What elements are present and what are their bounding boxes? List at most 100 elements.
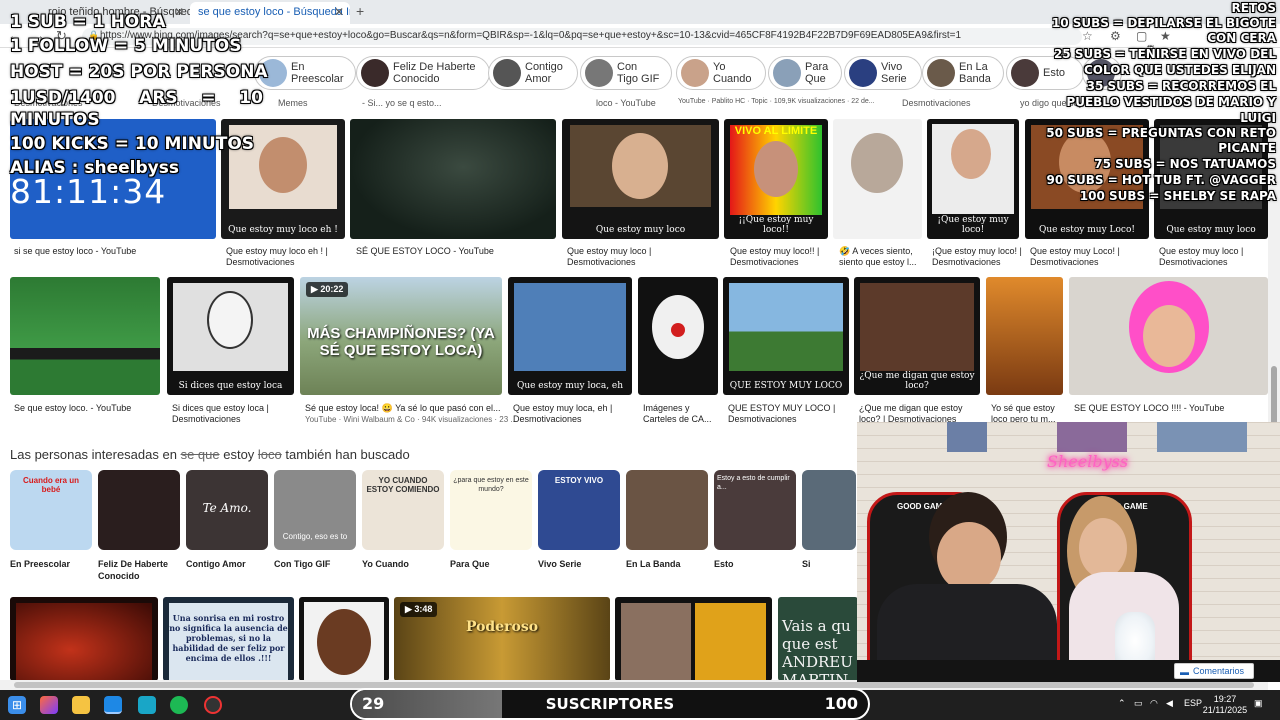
result-title[interactable]: Que estoy muy loco | Desmotivaciones xyxy=(1159,246,1263,268)
image-result[interactable]: Vais a qu que est ANDREU MARTIN xyxy=(778,597,858,681)
image-result[interactable]: VIVO AL LIMITE ¡¡Que estoy muy loco!! xyxy=(724,119,828,239)
chip-thumbnail xyxy=(681,59,709,87)
result-title[interactable]: SÉ QUE ESTOY LOCO - YouTube xyxy=(356,246,556,257)
chip-yo-cuando[interactable]: Yo Cuando xyxy=(676,56,766,90)
related-search-vivo-serie[interactable]: ESTOY VIVO Vivo Serie xyxy=(538,470,620,570)
system-clock[interactable]: 19:27 21/11/2025 xyxy=(1200,694,1250,716)
result-title[interactable]: Que estoy muy loca, eh | Desmotivaciones xyxy=(513,403,633,425)
result-title[interactable]: ¡Que estoy muy loco! | Desmotivaciones xyxy=(932,246,1024,268)
related-search-feliz[interactable]: Feliz De Haberte Conocido xyxy=(98,470,180,582)
image-result[interactable] xyxy=(299,597,389,681)
image-caption: Que estoy muy loco eh ! xyxy=(228,225,338,235)
image-result[interactable]: ▶ 20:22 MÁS CHAMPIÑONES? (YA SÉ QUE ESTO… xyxy=(300,277,502,395)
related-thumbnail: YO CUANDO ESTOY COMIENDO xyxy=(362,470,444,550)
related-search-en-preescolar[interactable]: Cuando era un bebé En Preescolar xyxy=(10,470,92,570)
related-search-en-la-banda[interactable]: En La Banda xyxy=(626,470,708,570)
related-heading: Las personas interesadas en se que estoy… xyxy=(10,447,410,462)
favorites-icon[interactable]: ★ xyxy=(1160,29,1171,43)
related-search-yo-cuando[interactable]: YO CUANDO ESTOY COMIENDO Yo Cuando xyxy=(362,470,444,570)
obs-icon[interactable] xyxy=(204,696,222,714)
related-thumbnail: ¿para que estoy en este mundo? xyxy=(450,470,532,550)
result-title[interactable]: SE QUE ESTOY LOCO !!!! - YouTube xyxy=(1074,403,1264,414)
stream-timer: 81:11:34 xyxy=(10,172,167,211)
chevron-up-icon[interactable]: ⌃ xyxy=(1118,698,1126,709)
windows-start-icon[interactable]: ⊞ xyxy=(8,696,26,714)
scroll-thumb[interactable] xyxy=(1271,366,1277,426)
image-result[interactable] xyxy=(833,119,922,239)
image-result[interactable]: Que estoy muy loca, eh xyxy=(508,277,632,395)
edge-dev-icon[interactable] xyxy=(138,696,156,714)
image-result[interactable] xyxy=(10,597,158,681)
related-thumbnail: Contigo, eso es to xyxy=(274,470,356,550)
result-title[interactable]: Si dices que estoy loca | Desmotivacione… xyxy=(172,403,296,425)
result-title[interactable]: QUE ESTOY MUY LOCO | Desmotivaciones xyxy=(728,403,850,425)
chip-vivo-serie[interactable]: Vivo Serie xyxy=(844,56,922,90)
image-result[interactable]: Una sonrisa en mi rostro no significa la… xyxy=(163,597,294,681)
comments-button[interactable]: ▬ Comentarios xyxy=(1174,663,1254,679)
result-title[interactable]: 🤣 A veces siento, siento que estoy l... xyxy=(839,246,925,268)
edge-icon[interactable] xyxy=(104,696,122,714)
related-search-si[interactable]: Si xyxy=(802,470,856,570)
image-result[interactable]: Si dices que estoy loca xyxy=(167,277,294,395)
network-icon[interactable]: ▭ xyxy=(1134,698,1143,709)
close-icon[interactable]: ✕ xyxy=(334,5,344,19)
related-search-contigo-amor[interactable]: Te Amo. Contigo Amor xyxy=(186,470,268,570)
related-search-para-que[interactable]: ¿para que estoy en este mundo? Para Que xyxy=(450,470,532,570)
chip-contigo-amor[interactable]: Contigo Amor xyxy=(488,56,578,90)
new-tab-icon[interactable]: + xyxy=(356,3,364,19)
related-label: Si xyxy=(802,559,811,569)
related-search-esto[interactable]: Estoy a esto de cumplir a... Esto xyxy=(714,470,796,570)
related-search-con-tigo-gif[interactable]: Contigo, eso es to Con Tigo GIF xyxy=(274,470,356,570)
comment-icon: ▬ xyxy=(1180,667,1189,677)
subscriber-label: SUSCRIPTORES xyxy=(545,695,675,713)
image-result[interactable]: ▶ 3:48 Poderoso xyxy=(394,597,610,681)
star-icon[interactable]: ☆ xyxy=(1082,29,1093,43)
chip-en-la-banda[interactable]: En La Banda xyxy=(922,56,1004,90)
image-caption: Vais a qu que est ANDREU MARTIN xyxy=(782,617,853,681)
image-result[interactable] xyxy=(10,277,160,395)
result-title[interactable]: Se que estoy loco. - YouTube xyxy=(14,403,162,414)
chip-para-que[interactable]: Para Que xyxy=(768,56,842,90)
image-result[interactable]: QUE ESTOY MUY LOCO xyxy=(723,277,849,395)
chip-en-preescolar[interactable]: En Preescolar xyxy=(254,56,356,90)
close-icon[interactable]: ✕ xyxy=(174,5,184,19)
image-caption: Que estoy muy loco xyxy=(1166,225,1256,235)
extensions-icon[interactable]: ⚙ xyxy=(1110,29,1121,43)
notification-icon[interactable]: ▣ xyxy=(1254,698,1263,709)
overlay-reto: 50 SUBS = PREGUNTAS CON RETO xyxy=(1046,126,1276,140)
image-result[interactable]: ¿Que me digan que estoy loco? xyxy=(854,277,980,395)
tab-label: se que estoy loco - Búsqueda Im... xyxy=(198,6,350,18)
overlay-reto: 75 SUBS = NOS TATUAMOS xyxy=(1094,157,1276,171)
image-result[interactable] xyxy=(986,277,1063,395)
result-title[interactable]: Que estoy muy Loco! | Desmotivaciones xyxy=(1030,246,1150,268)
overlay-reto: COLOR QUE USTEDES ELIJAN xyxy=(1083,63,1276,77)
file-explorer-icon[interactable] xyxy=(72,696,90,714)
result-title[interactable]: Que estoy muy loco eh ! | Desmotivacione… xyxy=(226,246,346,268)
chip-thumbnail xyxy=(849,59,877,87)
image-result[interactable] xyxy=(1069,277,1268,395)
result-title[interactable]: Que estoy muy loco | Desmotivaciones xyxy=(567,246,717,268)
wall-poster xyxy=(1057,422,1127,452)
result-title[interactable]: Imágenes y Carteles de CA... xyxy=(643,403,719,425)
result-title[interactable]: Sé que estoy loca! 😀 Ya sé lo que pasó c… xyxy=(305,403,505,414)
tab-se-que-estoy-loco[interactable]: se que estoy loco - Búsqueda Im... ✕ xyxy=(190,2,350,24)
split-icon[interactable]: ▢ xyxy=(1136,29,1147,43)
image-result[interactable] xyxy=(638,277,718,395)
result-title[interactable]: Que estoy muy loco!! | Desmotivaciones xyxy=(730,246,830,268)
chip-label: Con Tigo GIF xyxy=(617,61,660,85)
chip-label: Yo Cuando xyxy=(713,61,752,85)
spotify-icon[interactable] xyxy=(170,696,188,714)
volume-icon[interactable]: ◀ xyxy=(1166,698,1173,709)
chip-feliz-de-haberte[interactable]: Feliz De Haberte Conocido xyxy=(356,56,490,90)
image-result[interactable]: ¡Que estoy muy loco! xyxy=(927,119,1019,239)
chip-label: Esto xyxy=(1043,67,1066,79)
wifi-icon[interactable]: ◠ xyxy=(1150,698,1158,709)
overlay-reto: PICANTE xyxy=(1218,141,1276,155)
image-result[interactable]: Que estoy muy loco xyxy=(562,119,719,239)
image-caption: Una sonrisa en mi rostro no significa la… xyxy=(169,613,288,663)
chip-con-tigo-gif[interactable]: Con Tigo GIF xyxy=(580,56,672,90)
result-title[interactable]: si se que estoy loco - YouTube xyxy=(14,246,214,257)
image-result[interactable] xyxy=(350,119,556,239)
image-result[interactable] xyxy=(615,597,772,681)
copilot-icon[interactable] xyxy=(40,696,58,714)
